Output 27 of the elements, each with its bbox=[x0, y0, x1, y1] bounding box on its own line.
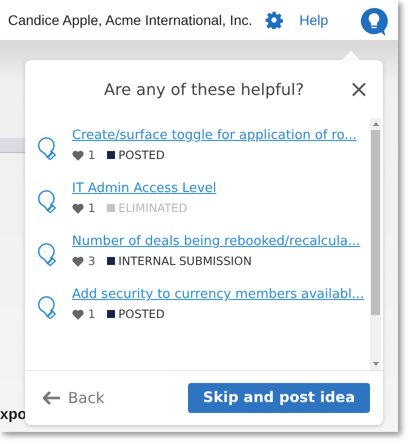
vote-count: 1 bbox=[88, 201, 96, 215]
vote-count: 3 bbox=[88, 254, 96, 268]
idea-status: ELIMINATED bbox=[118, 201, 188, 215]
idea-status: POSTED bbox=[118, 148, 165, 162]
heart-icon bbox=[72, 308, 84, 320]
back-button[interactable]: Back bbox=[43, 389, 104, 407]
vote-count: 1 bbox=[88, 307, 96, 321]
vote-count: 1 bbox=[88, 148, 96, 162]
skip-and-post-button[interactable]: Skip and post idea bbox=[188, 383, 370, 413]
scrollbar[interactable] bbox=[370, 118, 381, 370]
idea-link[interactable]: Create/surface toggle for application of ro... bbox=[72, 128, 357, 143]
heart-icon bbox=[72, 150, 84, 160]
page-text: xpo bbox=[0, 406, 27, 423]
user-name: Candice Apple, Acme International, Inc. bbox=[8, 12, 252, 28]
back-arrow-icon bbox=[43, 391, 61, 405]
idea-link[interactable]: Number of deals being rebooked/recalcula... bbox=[72, 234, 360, 249]
close-button[interactable]: × bbox=[348, 77, 369, 101]
heart-icon bbox=[72, 202, 84, 214]
idea-link[interactable]: IT Admin Access Level bbox=[72, 181, 216, 196]
settings-icon[interactable] bbox=[265, 11, 284, 29]
idea-link[interactable]: Add security to currency members availabl... bbox=[72, 287, 364, 302]
idea-status: INTERNAL SUBMISSION bbox=[118, 254, 252, 268]
idea-status: POSTED bbox=[118, 307, 165, 321]
heart-icon bbox=[72, 256, 84, 266]
help-link[interactable]: Help bbox=[299, 12, 328, 28]
dialog-title: Are any of these helpful? bbox=[104, 80, 304, 98]
lightbulb-icon[interactable] bbox=[360, 7, 388, 37]
